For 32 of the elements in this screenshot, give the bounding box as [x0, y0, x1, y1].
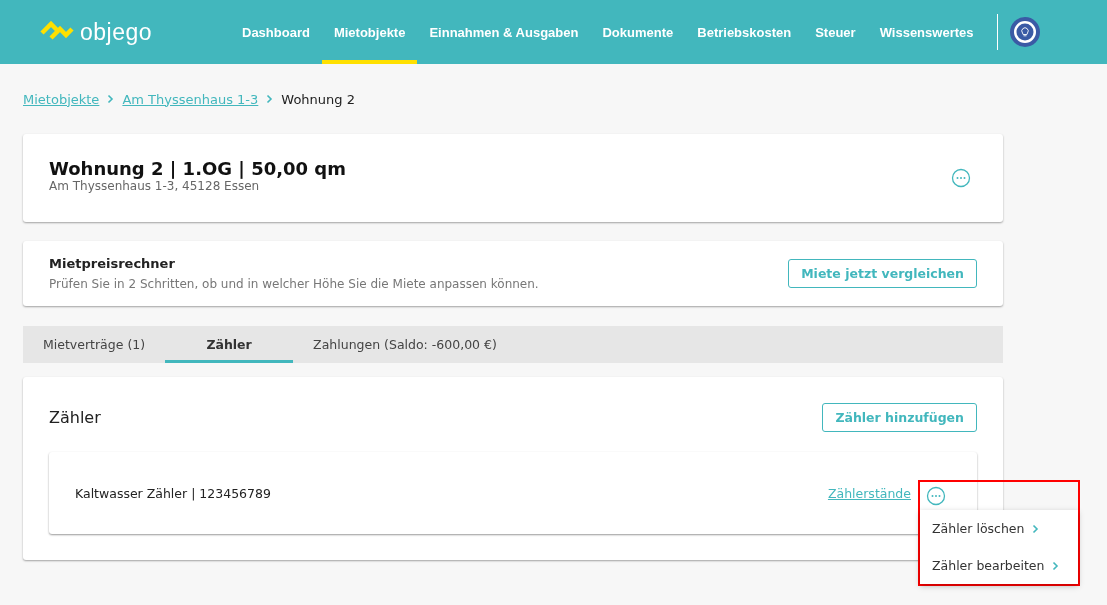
add-meter-button[interactable]: Zähler hinzufügen: [822, 403, 977, 432]
breadcrumb-link[interactable]: Mietobjekte: [23, 91, 100, 107]
menu-item[interactable]: Zähler bearbeiten: [920, 548, 1078, 583]
more-options-icon[interactable]: [951, 168, 971, 188]
calculator-text: Prüfen Sie in 2 Schritten, ob und in welcher Höhe Sie die Miete anpassen können.: [49, 277, 539, 291]
more-options-icon[interactable]: [926, 486, 946, 506]
nav-link[interactable]: Einnahmen & Ausgaben: [417, 0, 591, 64]
breadcrumb-current: Wohnung 2: [281, 91, 355, 107]
section-title: Zähler: [49, 408, 101, 427]
chevron-right-icon: [1032, 523, 1040, 534]
nav-link[interactable]: Dashboard: [230, 0, 322, 64]
nav-link[interactable]: Steuer: [803, 0, 868, 64]
unit-address: Am Thyssenhaus 1-3, 45128 Essen: [49, 178, 261, 193]
unit-title: Wohnung 2 | 1.OG | 50,00 qm: [49, 157, 346, 179]
meter-name: Kaltwasser Zähler | 123456789: [75, 485, 271, 501]
menu-item[interactable]: Zähler löschen: [920, 511, 1078, 546]
lightbulb-avatar-icon[interactable]: [1010, 17, 1041, 47]
tab[interactable]: Mietverträge (1): [23, 326, 166, 363]
nav-link[interactable]: Mietobjekte: [321, 0, 418, 64]
logo-text: objego: [80, 18, 153, 46]
breadcrumb-link[interactable]: Am Thyssenhaus 1-3: [122, 91, 259, 107]
nav-link[interactable]: Dokumente: [590, 0, 686, 64]
tab[interactable]: Zahlungen (Saldo: -600,00 €): [293, 326, 517, 363]
chevron-right-icon: [107, 94, 115, 104]
calculator-title: Mietpreisrechner: [49, 256, 176, 271]
compare-rent-button[interactable]: Miete jetzt vergleichen: [788, 259, 977, 288]
chevron-right-icon: [266, 94, 274, 104]
chevron-right-icon: [1052, 560, 1060, 571]
nav-link[interactable]: Wissenswertes: [867, 0, 986, 64]
meter-readings-link[interactable]: Zählerstände: [827, 485, 911, 501]
nav-link[interactable]: Betriebskosten: [685, 0, 804, 64]
tab[interactable]: Zähler: [165, 326, 294, 363]
